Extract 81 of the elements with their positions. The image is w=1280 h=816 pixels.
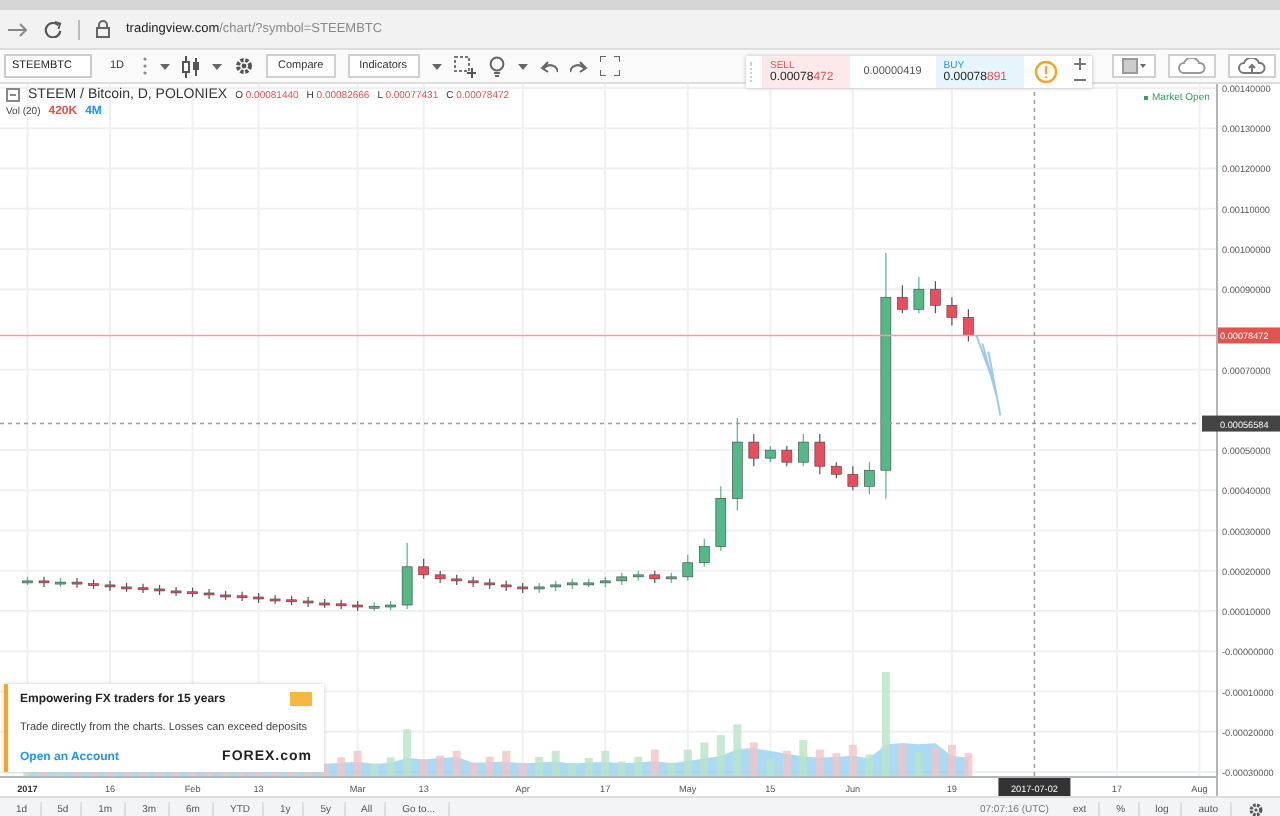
candle — [352, 600, 363, 612]
add-chart-icon[interactable] — [453, 55, 476, 77]
candle — [715, 485, 727, 552]
candles-icon[interactable] — [182, 55, 201, 77]
candle — [401, 542, 413, 610]
candle — [269, 594, 281, 605]
caret-icon[interactable] — [160, 63, 171, 69]
candle — [55, 577, 66, 588]
candle — [104, 580, 116, 592]
candle — [814, 433, 826, 475]
candle — [71, 577, 83, 589]
fullscreen-icon[interactable] — [599, 56, 620, 76]
candle — [137, 583, 149, 594]
candle — [682, 554, 694, 582]
candle — [467, 576, 479, 588]
reload-icon[interactable] — [44, 20, 62, 38]
candle — [550, 580, 562, 592]
candle — [666, 572, 677, 584]
candle — [451, 574, 462, 586]
candle — [847, 465, 859, 491]
candle — [946, 296, 958, 326]
forward-icon[interactable] — [8, 21, 28, 37]
candle — [154, 584, 165, 596]
candle — [253, 592, 264, 604]
candle — [798, 433, 809, 467]
candle — [616, 572, 628, 586]
candle — [187, 587, 198, 598]
candle — [418, 558, 429, 580]
upload-cloud-button[interactable] — [1228, 54, 1276, 78]
candle — [368, 601, 380, 612]
settings-icon[interactable] — [1248, 802, 1264, 816]
candle — [599, 576, 611, 588]
candle — [566, 578, 578, 590]
candle — [533, 582, 545, 594]
candle — [897, 284, 908, 314]
candle — [385, 600, 396, 611]
candle — [220, 590, 231, 601]
caret-icon[interactable] — [517, 63, 528, 69]
candle — [203, 588, 215, 600]
candle — [632, 570, 644, 582]
candle — [781, 445, 793, 467]
redo-icon[interactable] — [569, 59, 588, 73]
bulb-icon[interactable] — [487, 55, 506, 77]
cloud-button[interactable] — [1168, 54, 1216, 78]
candle — [831, 461, 842, 479]
candle — [38, 576, 50, 588]
candle — [517, 582, 528, 594]
candle — [319, 598, 330, 609]
more-icon[interactable] — [142, 56, 149, 76]
candle — [765, 445, 776, 463]
candle — [286, 595, 297, 606]
candle — [302, 596, 314, 608]
candle — [699, 538, 710, 568]
candle — [22, 576, 33, 586]
candle — [583, 578, 595, 588]
candle — [88, 579, 99, 590]
candle — [170, 586, 182, 597]
badge-icon — [290, 692, 312, 706]
layout-button[interactable] — [1112, 54, 1156, 78]
caret-icon[interactable] — [212, 63, 223, 69]
candle — [434, 570, 446, 584]
collapse-icon[interactable] — [6, 88, 20, 102]
candle — [121, 582, 132, 593]
candle — [930, 280, 941, 314]
candle — [484, 578, 495, 590]
lock-icon — [96, 20, 110, 38]
candle — [732, 417, 743, 512]
candle — [335, 599, 347, 610]
minus-icon[interactable] — [1073, 74, 1085, 86]
candle — [649, 570, 661, 584]
candle — [236, 591, 248, 602]
plus-icon[interactable] — [1073, 58, 1085, 70]
candle — [864, 461, 875, 495]
undo-icon[interactable] — [539, 59, 558, 73]
candle — [963, 308, 974, 343]
projection-drawing — [975, 334, 1002, 417]
caret-icon[interactable] — [431, 63, 442, 69]
candle — [913, 276, 925, 314]
candle — [500, 580, 512, 592]
candle — [748, 433, 760, 467]
settings-icon[interactable] — [234, 56, 255, 76]
